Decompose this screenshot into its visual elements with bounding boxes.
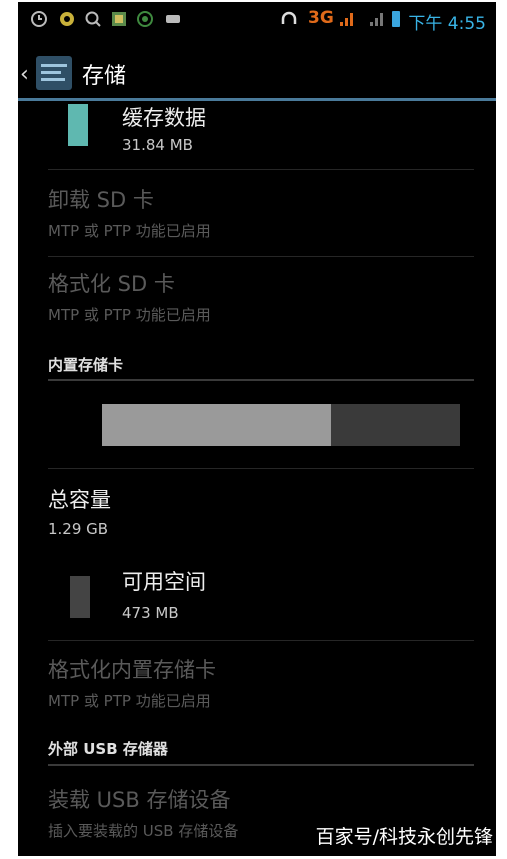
available-space-title: 可用空间: [122, 570, 206, 594]
mount-usb-subtitle: 插入要装载的 USB 存储设备: [48, 822, 239, 840]
android-notification-icon: [137, 11, 153, 27]
cached-data-value: 31.84 MB: [122, 136, 193, 154]
storage-usage-bar: [102, 404, 460, 446]
watermark-text: 百家号/科技永创先锋: [315, 826, 493, 848]
unmount-sd-title: 卸载 SD 卡: [48, 188, 154, 212]
status-clock: 下午 4:55: [408, 14, 486, 34]
format-sd-title: 格式化 SD 卡: [48, 272, 175, 296]
format-internal-item[interactable]: 格式化内置存储卡 MTP 或 PTP 功能已启用: [18, 644, 496, 728]
headphones-icon: [281, 11, 297, 24]
unmount-sd-item[interactable]: 卸载 SD 卡 MTP 或 PTP 功能已启用: [18, 174, 496, 256]
gallery-notification-icon: [112, 12, 126, 26]
available-space-item: 可用空间 473 MB: [18, 558, 496, 640]
cached-color-swatch: [68, 104, 88, 146]
battery-icon: [392, 11, 400, 27]
search-notification-icon: [85, 11, 101, 27]
total-capacity-title: 总容量: [48, 488, 111, 512]
list-divider: [48, 468, 474, 469]
action-bar[interactable]: ‹ 存储: [18, 48, 496, 100]
section-divider: [48, 379, 474, 381]
list-divider: [48, 169, 474, 170]
storage-usage-fill: [102, 404, 332, 446]
settings-app-icon[interactable]: [34, 54, 74, 92]
format-internal-subtitle: MTP 或 PTP 功能已启用: [48, 692, 211, 710]
back-chevron-icon[interactable]: ‹: [20, 62, 29, 87]
network-type-label: 3G: [308, 8, 334, 28]
total-capacity-value: 1.29 GB: [48, 520, 109, 538]
mount-usb-title: 装载 USB 存储设备: [48, 788, 231, 812]
format-internal-title: 格式化内置存储卡: [48, 658, 216, 682]
available-color-swatch: [70, 576, 90, 618]
section-divider: [48, 764, 474, 766]
signal-strength-2-icon: [370, 13, 383, 26]
total-capacity-item: 总容量 1.29 GB: [18, 472, 496, 552]
settings-notification-icon: [60, 12, 74, 26]
page-title: 存储: [82, 64, 127, 89]
usb-storage-section-header: 外部 USB 存储器: [48, 740, 168, 758]
available-space-value: 473 MB: [122, 604, 179, 622]
format-sd-subtitle: MTP 或 PTP 功能已启用: [48, 306, 211, 324]
status-bar: 3G 下午 4:55: [18, 2, 496, 38]
clock-notification-icon: [31, 11, 47, 27]
signal-strength-icon: [340, 13, 353, 26]
phone-screen: 3G 下午 4:55 ‹ 存储 缓存数据 31.84 MB 卸载 SD 卡 MT…: [18, 2, 496, 856]
unmount-sd-subtitle: MTP 或 PTP 功能已启用: [48, 222, 211, 240]
format-sd-item[interactable]: 格式化 SD 卡 MTP 或 PTP 功能已启用: [18, 260, 496, 344]
usb-notification-icon: [166, 15, 180, 23]
cached-data-item[interactable]: 缓存数据 31.84 MB: [18, 102, 496, 170]
action-bar-divider: [18, 98, 496, 101]
cached-data-title: 缓存数据: [122, 106, 206, 130]
internal-storage-section-header: 内置存储卡: [48, 356, 124, 374]
list-divider: [48, 256, 474, 257]
list-divider: [48, 640, 474, 641]
